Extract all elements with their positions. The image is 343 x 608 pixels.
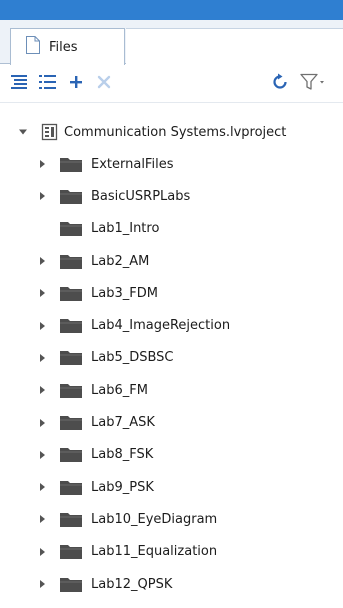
chevron-right-icon[interactable] [37, 288, 47, 298]
tree-items: ExternalFiles BasicUSRPLabs Lab1_Intro Lab2… [0, 148, 343, 600]
folder-icon [59, 253, 83, 270]
folder-icon [59, 382, 83, 399]
tree-item-label: Lab5_DSBSC [91, 350, 174, 366]
folder-icon [59, 543, 83, 560]
folder-icon [59, 188, 83, 205]
tree-item[interactable]: BasicUSRPLabs [0, 180, 343, 212]
chevron-right-icon[interactable] [37, 321, 47, 331]
folder-icon [59, 220, 83, 237]
folder-icon [59, 285, 83, 302]
tree-item-label: Lab11_Equalization [91, 544, 218, 560]
tab-label: Files [49, 39, 78, 55]
folder-icon [59, 349, 83, 366]
folder-icon [59, 156, 83, 173]
close-icon [96, 74, 112, 94]
chevron-down-icon[interactable] [18, 127, 28, 137]
folder-icon [59, 414, 83, 431]
tree-item-label: Lab6_FM [91, 382, 148, 398]
chevron-right-icon[interactable] [37, 514, 47, 524]
chevron-right-icon[interactable] [37, 579, 47, 589]
folder-icon [59, 479, 83, 496]
tree-item[interactable]: Lab11_Equalization [0, 536, 343, 568]
chevron-right-icon[interactable] [37, 450, 47, 460]
file-icon [25, 36, 41, 58]
refresh-icon [271, 73, 289, 95]
tree-item-label: Lab1_Intro [91, 221, 160, 237]
tree-item-label: Lab12_QPSK [91, 576, 173, 592]
collapse-all-icon [38, 74, 58, 94]
tree-item-label: Lab7_ASK [91, 415, 155, 431]
chevron-right-icon[interactable] [37, 159, 47, 169]
tree-item[interactable]: Lab4_ImageRejection [0, 309, 343, 341]
chevron-right-icon[interactable] [37, 385, 47, 395]
tree-item[interactable]: Lab6_FM [0, 374, 343, 406]
tree-item[interactable]: Lab10_EyeDiagram [0, 503, 343, 535]
filter-button[interactable] [300, 73, 336, 95]
tree-item-label: Lab2_AM [91, 253, 150, 269]
chevron-right-icon[interactable] [37, 191, 47, 201]
toolbar [0, 64, 343, 102]
files-panel: Files Communication Systems.lvproject Ex… [0, 20, 343, 608]
folder-icon [59, 576, 83, 593]
tree-item-label: Lab4_ImageRejection [91, 318, 231, 334]
chevron-right-icon[interactable] [37, 547, 47, 557]
refresh-button[interactable] [270, 73, 290, 95]
tree-item-label: Lab9_PSK [91, 479, 154, 495]
tree-item[interactable]: Lab1_Intro [0, 213, 343, 245]
file-tree: Communication Systems.lvproject External… [0, 116, 343, 600]
remove-button[interactable] [94, 75, 114, 93]
tree-item[interactable]: ExternalFiles [0, 148, 343, 180]
expand-all-button[interactable] [10, 75, 30, 93]
tree-item-label: Lab8_FSK [91, 447, 154, 463]
expand-all-icon [10, 74, 30, 94]
tree-root[interactable]: Communication Systems.lvproject [0, 116, 343, 148]
folder-icon [59, 511, 83, 528]
tree-item-label: ExternalFiles [91, 156, 174, 172]
tree-item[interactable]: Lab5_DSBSC [0, 342, 343, 374]
tree-item[interactable]: Lab12_QPSK [0, 568, 343, 600]
toolbar-divider [0, 102, 343, 103]
folder-icon [59, 317, 83, 334]
project-label: Communication Systems.lvproject [64, 124, 287, 140]
window-title-bar [0, 0, 343, 20]
tab-strip: Files [0, 20, 343, 65]
tree-item-label: Lab3_FDM [91, 285, 158, 301]
tree-item[interactable]: Lab9_PSK [0, 471, 343, 503]
collapse-all-button[interactable] [38, 75, 58, 93]
tab-files[interactable]: Files [10, 28, 125, 65]
chevron-right-icon[interactable] [37, 482, 47, 492]
folder-icon [59, 446, 83, 463]
add-button[interactable] [66, 75, 86, 93]
tab-strip-empty [126, 28, 343, 64]
tree-item[interactable]: Lab2_AM [0, 245, 343, 277]
tree-item[interactable]: Lab3_FDM [0, 277, 343, 309]
project-icon [41, 123, 59, 141]
tree-item-label: BasicUSRPLabs [91, 188, 191, 204]
tree-item-label: Lab10_EyeDiagram [91, 511, 218, 527]
plus-icon [68, 74, 84, 94]
filter-icon [300, 73, 326, 95]
chevron-right-icon[interactable] [37, 256, 47, 266]
tree-item[interactable]: Lab8_FSK [0, 439, 343, 471]
tree-item[interactable]: Lab7_ASK [0, 406, 343, 438]
chevron-right-icon[interactable] [37, 353, 47, 363]
chevron-right-icon[interactable] [37, 418, 47, 428]
